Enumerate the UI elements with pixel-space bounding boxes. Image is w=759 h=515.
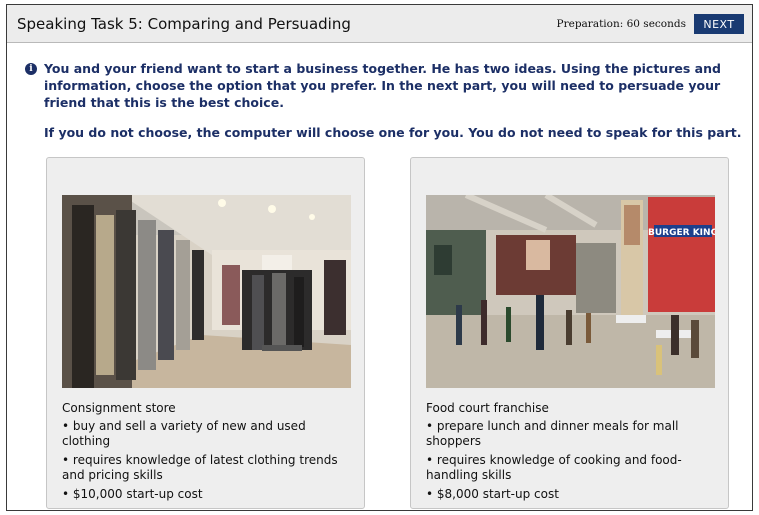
option-bullet: • buy and sell a variety of new and used… bbox=[62, 419, 306, 448]
food-court-photo: BURGER KING bbox=[426, 195, 715, 388]
header-bar: Speaking Task 5: Comparing and Persuadin… bbox=[7, 5, 752, 43]
option-details: Consignment store • buy and sell a varie… bbox=[62, 401, 352, 506]
clothing-store-photo bbox=[62, 195, 351, 388]
page-title: Speaking Task 5: Comparing and Persuadin… bbox=[17, 15, 351, 33]
option-name: Consignment store bbox=[62, 401, 176, 415]
option-bullet: • $10,000 start-up cost bbox=[62, 487, 203, 501]
option-card-food-court-franchise[interactable]: BURGER KING Food court franchise • prepa… bbox=[410, 157, 729, 509]
task-window: Speaking Task 5: Comparing and Persuadin… bbox=[6, 4, 753, 511]
option-details: Food court franchise • prepare lunch and… bbox=[426, 401, 716, 506]
burger-king-sign: BURGER KING bbox=[648, 228, 715, 238]
option-name: Food court franchise bbox=[426, 401, 549, 415]
option-card-consignment-store[interactable]: Consignment store • buy and sell a varie… bbox=[46, 157, 365, 509]
info-icon: i bbox=[25, 63, 37, 75]
option-bullet: • $8,000 start-up cost bbox=[426, 487, 559, 501]
option-bullet: • requires knowledge of cooking and food… bbox=[426, 453, 682, 482]
preparation-timer: Preparation: 60 seconds bbox=[556, 18, 686, 30]
instructions-note: If you do not choose, the computer will … bbox=[44, 125, 742, 140]
instructions: i You and your friend want to start a bu… bbox=[25, 60, 739, 111]
option-bullet: • prepare lunch and dinner meals for mal… bbox=[426, 419, 679, 448]
instructions-text: You and your friend want to start a busi… bbox=[44, 61, 721, 110]
option-bullet: • requires knowledge of latest clothing … bbox=[62, 453, 338, 482]
next-button[interactable]: NEXT bbox=[694, 14, 744, 34]
